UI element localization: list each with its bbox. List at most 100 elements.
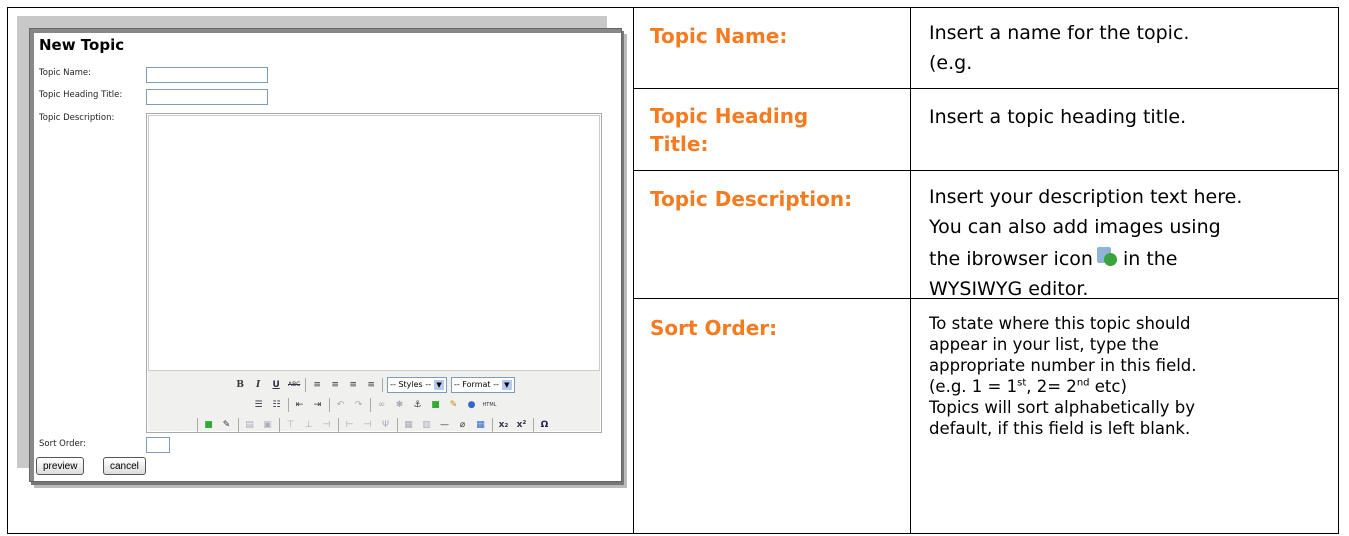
row-desc-topic-description-1: Insert your description text here. [929, 186, 1243, 208]
ibrowser-icon [1096, 247, 1119, 267]
ibrowser-icon[interactable]: ■ [202, 419, 216, 431]
undo-icon[interactable]: ↶ [334, 399, 348, 411]
format-select[interactable]: -- Format -- ▼ [451, 377, 515, 393]
toolbar-row-2: ☰ ☷ ⇤ ⇥ ↶ ↷ ∞ ✱ ⚓ ■ ✎ ● HTML [148, 395, 600, 415]
row-label-topic-name: Topic Name: [650, 24, 788, 48]
description-textarea[interactable] [148, 115, 600, 371]
separator [278, 418, 280, 432]
align-left-icon[interactable]: ≡ [310, 379, 324, 391]
align-justify-icon[interactable]: ≡ [364, 379, 378, 391]
topic-name-input[interactable] [146, 67, 268, 83]
row-desc-sort-order-3: appropriate number in this field. [929, 356, 1197, 375]
superscript-icon[interactable]: x² [515, 419, 529, 431]
row-desc-topic-name-example: (e.g. [929, 52, 973, 74]
remove-format-icon[interactable]: ⌀ [456, 419, 470, 431]
merge-cells-icon[interactable]: ▥ [420, 419, 434, 431]
delete-col-icon[interactable]: Ψ [379, 419, 393, 431]
sort-order-input[interactable] [146, 437, 170, 453]
align-center-icon[interactable]: ≡ [328, 379, 342, 391]
row-divider [633, 88, 1338, 89]
numbered-list-icon[interactable]: ☷ [270, 399, 284, 411]
separator [369, 398, 371, 412]
insert-table-icon[interactable]: ▦ [474, 419, 488, 431]
topic-heading-title-input[interactable] [146, 89, 268, 105]
unlink-icon[interactable]: ✱ [393, 399, 407, 411]
separator [337, 418, 339, 432]
styles-select[interactable]: -- Styles -- ▼ [387, 377, 448, 393]
cancel-button[interactable]: cancel [103, 457, 146, 475]
desc-line3-a: the ibrowser icon [929, 248, 1093, 270]
insert-row-before-icon[interactable]: ⊤ [284, 419, 298, 431]
row-desc-sort-order-1: To state where this topic should [929, 314, 1191, 333]
toolbar-row-3: ■ ✎ ▤ ▣ ⊤ ⊥ ⊣ ⊢ ⊣ Ψ ▦ ▥ — ⌀ ▦ x₂ x² Ω [148, 415, 600, 435]
align-right-icon[interactable]: ≡ [346, 379, 360, 391]
image-icon[interactable]: ■ [429, 399, 443, 411]
eg-text-b: , 2= 2 [1026, 377, 1077, 396]
row-divider [633, 170, 1338, 171]
insert-row-after-icon[interactable]: ⊥ [302, 419, 316, 431]
separator [196, 418, 198, 432]
format-select-label: -- Format -- [454, 380, 499, 389]
table-cell-props-icon[interactable]: ▣ [261, 419, 275, 431]
chevron-down-icon: ▼ [501, 380, 512, 390]
toolbar-row-1: B I U ABC ≡ ≡ ≡ ≡ -- Styles -- ▼ -- Forma… [148, 375, 600, 395]
separator [491, 418, 493, 432]
row-label-topic-description: Topic Description: [650, 187, 853, 211]
subscript-icon[interactable]: x₂ [497, 419, 511, 431]
sort-order-label: Sort Order: [39, 439, 86, 449]
split-cells-icon[interactable]: ▦ [402, 419, 416, 431]
new-topic-screenshot: New Topic Topic Name: Topic Heading Titl… [29, 28, 622, 482]
indent-icon[interactable]: ⇥ [311, 399, 325, 411]
styles-select-label: -- Styles -- [390, 380, 432, 389]
italic-icon[interactable]: I [251, 379, 265, 391]
edit-icon[interactable]: ✎ [220, 419, 234, 431]
insert-col-before-icon[interactable]: ⊢ [343, 419, 357, 431]
row-desc-topic-description-3: the ibrowser icon in the [929, 244, 1178, 274]
row-desc-topic-description-2: You can also add images using [929, 216, 1221, 238]
eg-text-c: etc) [1089, 377, 1127, 396]
separator [328, 398, 330, 412]
frame-top [30, 29, 621, 33]
anchor-icon[interactable]: ⚓ [411, 399, 425, 411]
separator [532, 418, 534, 432]
chevron-down-icon: ▼ [434, 380, 445, 390]
row-desc-sort-order-6: default, if this field is left blank. [929, 419, 1191, 438]
row-desc-topic-description-4: WYSIWYG editor. [929, 278, 1089, 300]
bold-icon[interactable]: B [233, 379, 247, 391]
horizontal-rule-icon[interactable]: — [438, 419, 452, 431]
link-icon[interactable]: ∞ [375, 399, 389, 411]
sup-nd: nd [1076, 377, 1090, 389]
row-desc-sort-order-5: Topics will sort alphabetically by [929, 398, 1196, 417]
ibrowser-icon-globe [1103, 253, 1117, 266]
html-icon[interactable]: HTML [483, 399, 497, 411]
column-divider [633, 8, 634, 533]
preview-button[interactable]: preview [36, 457, 85, 475]
row-label-sort-order: Sort Order: [650, 316, 778, 340]
strikethrough-icon[interactable]: ABC [287, 379, 301, 391]
insert-col-after-icon[interactable]: ⊣ [361, 419, 375, 431]
topic-name-label: Topic Name: [39, 68, 92, 78]
wysiwyg-editor: B I U ABC ≡ ≡ ≡ ≡ -- Styles -- ▼ -- Forma… [146, 113, 602, 433]
help-icon[interactable]: ● [465, 399, 479, 411]
desc-line3-b: in the [1122, 248, 1178, 270]
new-topic-title: New Topic [39, 36, 125, 54]
outdent-icon[interactable]: ⇤ [293, 399, 307, 411]
sup-st: st [1017, 377, 1027, 389]
column-divider [910, 8, 911, 533]
delete-row-icon[interactable]: ⊣ [320, 419, 334, 431]
row-desc-sort-order-2: appear in your list, type the [929, 335, 1159, 354]
special-char-icon[interactable]: Ω [538, 419, 552, 431]
redo-icon[interactable]: ↷ [352, 399, 366, 411]
separator [396, 418, 398, 432]
cleanup-icon[interactable]: ✎ [447, 399, 461, 411]
underline-icon[interactable]: U [269, 379, 283, 391]
frame-left [30, 29, 34, 481]
row-label-topic-heading-title-2: Title: [650, 132, 709, 156]
bullet-list-icon[interactable]: ☰ [252, 399, 266, 411]
editor-toolbar: B I U ABC ≡ ≡ ≡ ≡ -- Styles -- ▼ -- Forma… [148, 371, 600, 432]
separator [287, 398, 289, 412]
separator [382, 378, 384, 392]
eg-text-a: (e.g. 1 = 1 [929, 377, 1018, 396]
topic-heading-title-label: Topic Heading Title: [39, 90, 123, 100]
table-row-props-icon[interactable]: ▤ [243, 419, 257, 431]
